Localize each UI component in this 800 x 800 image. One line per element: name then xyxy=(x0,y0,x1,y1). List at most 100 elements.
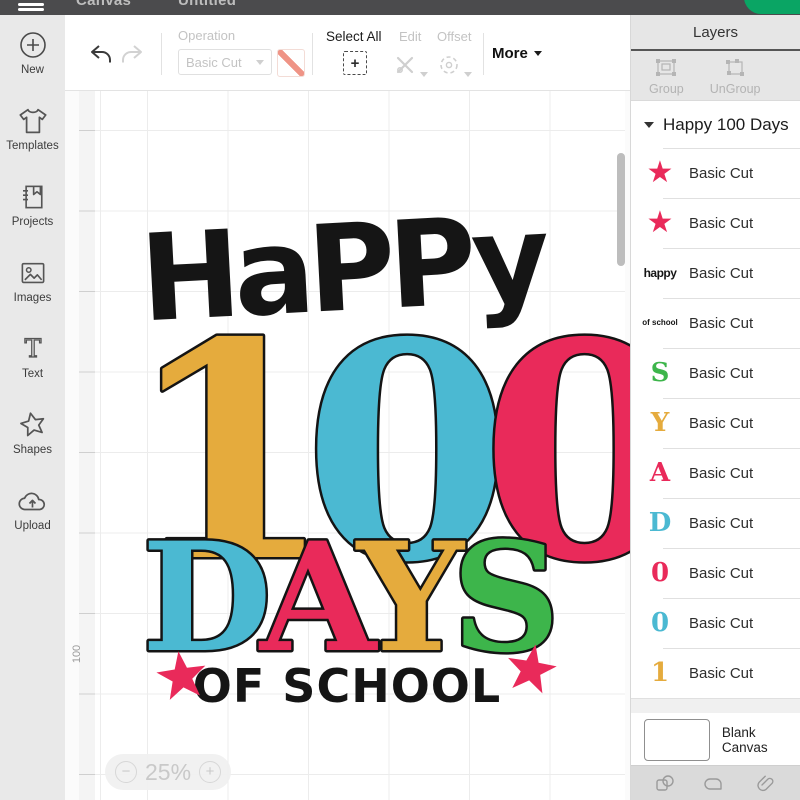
layers-tab[interactable]: Layers xyxy=(693,24,738,41)
layer-row[interactable]: of school Basic Cut xyxy=(631,298,800,348)
canvas-section-title: Canvas xyxy=(76,0,131,9)
layer-operation-label: Basic Cut xyxy=(689,165,753,182)
new-plus-icon xyxy=(18,30,48,60)
layer-thumbnail-star: ★ xyxy=(631,158,689,188)
offset-ring-icon xyxy=(437,53,461,77)
document-title[interactable]: Untitled xyxy=(178,0,236,9)
ungroup-icon xyxy=(722,56,748,80)
layer-operation-label: Basic Cut xyxy=(689,515,753,532)
sidebar-item-shapes[interactable]: Shapes xyxy=(0,395,65,471)
layer-row[interactable]: D Basic Cut xyxy=(631,498,800,548)
sidebar-item-text[interactable]: T Text xyxy=(0,319,65,395)
chevron-down-icon xyxy=(464,72,472,77)
edit-pencil-scissors-icon xyxy=(393,53,417,77)
layer-thumbnail-star: ★ xyxy=(631,208,689,238)
layers-footer-toolbar xyxy=(631,765,800,800)
slice-icon[interactable] xyxy=(653,772,677,794)
layer-operation-label: Basic Cut xyxy=(689,665,753,682)
attach-icon[interactable] xyxy=(755,772,779,794)
layer-thumbnail-text: of school xyxy=(631,319,689,327)
ungroup-button[interactable]: UnGroup xyxy=(710,56,761,96)
zoom-in-button[interactable]: + xyxy=(199,761,221,783)
project-book-icon xyxy=(18,182,48,212)
canvas-vertical-scrollbar[interactable] xyxy=(617,153,625,266)
layer-thumbnail-letter: Y xyxy=(631,410,689,436)
zoom-out-button[interactable]: − xyxy=(115,761,137,783)
collapse-chevron-icon[interactable] xyxy=(644,122,654,128)
make-it-button[interactable] xyxy=(744,0,800,14)
layer-operation-label: Basic Cut xyxy=(689,215,753,232)
sidebar-item-label: Images xyxy=(14,292,52,304)
shapes-star-icon xyxy=(17,410,49,440)
layer-row[interactable]: A Basic Cut xyxy=(631,448,800,498)
color-swatch[interactable] xyxy=(277,49,305,77)
layer-row[interactable]: ★ Basic Cut xyxy=(631,198,800,248)
layer-operation-label: Basic Cut xyxy=(689,365,753,382)
layer-group-name: Happy 100 Days xyxy=(663,115,789,135)
layer-operation-label: Basic Cut xyxy=(689,315,753,332)
sidebar-item-projects[interactable]: Projects xyxy=(0,167,65,243)
group-icon xyxy=(653,56,679,80)
chevron-down-icon xyxy=(534,51,542,56)
layer-thumbnail-letter: A xyxy=(631,460,689,486)
image-icon xyxy=(18,258,48,288)
layer-row[interactable]: ★ Basic Cut xyxy=(631,148,800,198)
hamburger-menu-icon[interactable] xyxy=(18,1,44,14)
more-label: More xyxy=(492,45,528,62)
design-canvas[interactable]: 100 HaPPy 100 DAYS OF SCHOOL − 25% + xyxy=(65,90,630,800)
operation-dropdown[interactable]: Basic Cut xyxy=(178,49,272,75)
vertical-ruler xyxy=(79,90,96,800)
layer-row[interactable]: Y Basic Cut xyxy=(631,398,800,448)
blank-canvas-thumbnail xyxy=(644,719,710,761)
tshirt-icon xyxy=(17,106,49,136)
edit-tools xyxy=(393,53,428,77)
layer-row[interactable]: happy Basic Cut xyxy=(631,248,800,298)
layers-panel: Layers Group UnGroup xyxy=(630,15,800,800)
edit-button: Edit xyxy=(399,29,421,44)
ungroup-label: UnGroup xyxy=(710,82,761,96)
layer-thumbnail-text: happy xyxy=(631,267,689,279)
layer-row[interactable]: 0 Basic Cut xyxy=(631,598,800,648)
offset-tools xyxy=(437,53,472,77)
layer-operation-label: Basic Cut xyxy=(689,265,753,282)
select-all-button[interactable]: Select All xyxy=(326,29,382,44)
operation-label: Operation xyxy=(178,28,235,43)
zoom-control: − 25% + xyxy=(105,754,231,790)
group-label: Group xyxy=(649,82,684,96)
sidebar-item-label: Text xyxy=(22,368,43,380)
artwork-happy-100-days[interactable]: HaPPy 100 DAYS OF SCHOOL xyxy=(110,160,585,725)
layers-panel-header: Layers xyxy=(631,15,800,51)
sidebar-item-templates[interactable]: Templates xyxy=(0,91,65,167)
layer-group-header[interactable]: Happy 100 Days xyxy=(631,101,800,148)
toolbar-divider xyxy=(483,33,484,75)
layer-thumbnail-letter: 1 xyxy=(631,660,689,686)
svg-text:T: T xyxy=(24,334,41,363)
layer-operation-label: Basic Cut xyxy=(689,615,753,632)
ruler-tick-label: 100 xyxy=(71,645,83,663)
zoom-level: 25% xyxy=(145,759,191,786)
toolbar-divider xyxy=(312,33,313,75)
sidebar-item-images[interactable]: Images xyxy=(0,243,65,319)
blank-canvas-row[interactable]: Blank Canvas xyxy=(631,713,800,766)
sidebar-item-upload[interactable]: Upload xyxy=(0,471,65,547)
layer-thumbnail-letter: 0 xyxy=(631,560,689,586)
sidebar-item-new[interactable]: New xyxy=(0,15,65,91)
redo-icon[interactable] xyxy=(119,41,145,67)
group-button[interactable]: Group xyxy=(649,56,684,96)
weld-icon[interactable] xyxy=(704,772,728,794)
layer-row[interactable]: 0 Basic Cut xyxy=(631,548,800,598)
toolbar-divider xyxy=(161,33,162,75)
undo-icon[interactable] xyxy=(88,41,114,67)
sidebar-item-label: Upload xyxy=(14,520,50,532)
layer-row[interactable]: S Basic Cut xyxy=(631,348,800,398)
layer-operation-label: Basic Cut xyxy=(689,565,753,582)
upload-cloud-icon xyxy=(16,486,50,516)
more-button[interactable]: More xyxy=(492,45,542,62)
chevron-down-icon xyxy=(420,72,428,77)
offset-button: Offset xyxy=(437,29,471,44)
blank-canvas-label: Blank Canvas xyxy=(722,725,800,755)
layer-row[interactable]: 1 Basic Cut xyxy=(631,648,800,698)
app-window: Canvas Untitled New Templates Projects xyxy=(0,0,800,800)
layer-thumbnail-letter: 0 xyxy=(631,610,689,636)
select-all-icon[interactable]: + xyxy=(343,51,367,75)
